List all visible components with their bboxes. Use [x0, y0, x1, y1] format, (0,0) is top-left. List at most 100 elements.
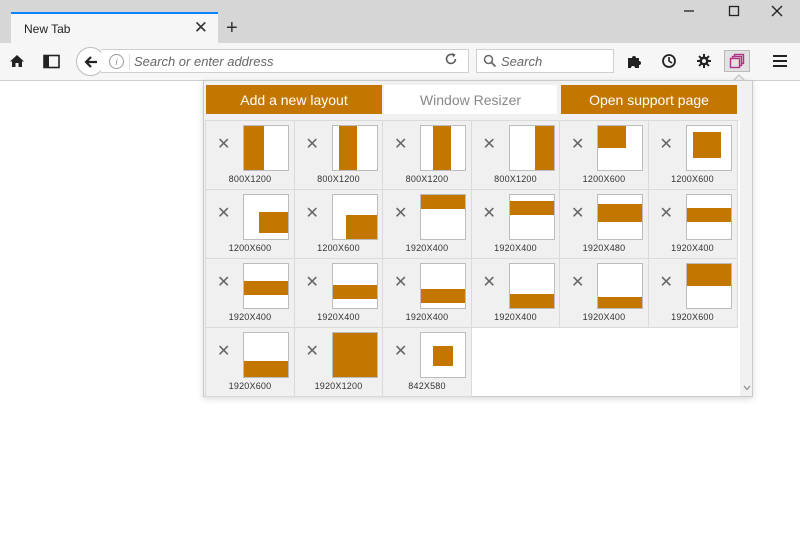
layout-item[interactable]: ✕ 1920X400 [382, 258, 472, 328]
popup-title: Window Resizer [384, 85, 557, 114]
layout-item[interactable]: ✕ 1200X600 [647, 120, 738, 190]
open-support-button[interactable]: Open support page [561, 85, 737, 114]
layout-label: 1920X400 [405, 312, 449, 322]
delete-layout-icon[interactable]: ✕ [394, 275, 407, 291]
layout-label: 1920X600 [671, 312, 714, 322]
close-window-icon[interactable] [771, 4, 783, 20]
delete-layout-icon[interactable]: ✕ [483, 137, 496, 153]
maximize-icon[interactable] [728, 4, 740, 20]
delete-layout-icon[interactable]: ✕ [394, 344, 407, 360]
delete-layout-icon[interactable]: ✕ [394, 137, 407, 153]
delete-layout-icon[interactable]: ✕ [217, 344, 230, 360]
delete-layout-icon[interactable]: ✕ [394, 206, 407, 222]
layout-label: 1920X1200 [314, 381, 363, 391]
layout-item[interactable]: ✕ 1920X400 [647, 189, 738, 259]
layout-preview-fill [421, 195, 465, 209]
layout-thumbnail [508, 263, 555, 309]
window-resizer-extension-button[interactable] [724, 50, 750, 72]
delete-layout-icon[interactable]: ✕ [306, 275, 319, 291]
sidebar-icon[interactable] [41, 51, 61, 71]
history-icon[interactable] [659, 51, 679, 71]
delete-layout-icon[interactable]: ✕ [483, 206, 496, 222]
layout-item[interactable]: ✕ 1920X600 [647, 258, 738, 328]
layout-item[interactable]: ✕ 800X1200 [293, 120, 384, 190]
tab-new-tab[interactable]: New Tab ✕ [11, 12, 218, 43]
layout-thumbnail [331, 332, 378, 378]
delete-layout-icon[interactable]: ✕ [660, 206, 673, 222]
layout-item[interactable]: ✕ 800X1200 [470, 120, 561, 190]
delete-layout-icon[interactable]: ✕ [306, 137, 319, 153]
tab-close-icon[interactable]: ✕ [194, 18, 208, 38]
layout-label: 800X1200 [405, 174, 449, 184]
delete-layout-icon[interactable]: ✕ [306, 344, 319, 360]
url-separator [129, 54, 130, 70]
layout-thumbnail [420, 332, 466, 378]
add-layout-button[interactable]: Add a new layout [206, 85, 382, 114]
layout-preview-fill [332, 285, 377, 299]
layout-thumbnail [597, 194, 643, 240]
layout-thumbnail [597, 125, 643, 171]
layout-item[interactable]: ✕ 1920X400 [559, 258, 649, 328]
layout-label: 1920X400 [228, 312, 272, 322]
delete-layout-icon[interactable]: ✕ [217, 275, 230, 291]
layout-item[interactable]: ✕ 1200X600 [293, 189, 384, 259]
search-input[interactable] [501, 52, 609, 70]
layout-item[interactable]: ✕ 800X1200 [382, 120, 472, 190]
layout-item[interactable]: ✕ 800X1200 [205, 120, 295, 190]
back-arrow-icon [83, 55, 97, 68]
navigation-toolbar: i [0, 43, 800, 81]
layout-preview-fill [686, 208, 731, 222]
new-tab-button[interactable]: + [226, 17, 238, 39]
scroll-down-icon[interactable] [743, 383, 751, 394]
layout-item[interactable]: ✕ 1920X400 [205, 258, 295, 328]
layout-item[interactable]: ✕ 842X580 [382, 327, 472, 397]
home-icon[interactable] [7, 51, 27, 71]
url-input[interactable] [134, 52, 434, 70]
url-bar[interactable]: i [101, 49, 469, 73]
menu-icon[interactable] [770, 51, 790, 71]
layout-item[interactable]: ✕ 1920X400 [470, 189, 561, 259]
layout-item[interactable]: ✕ 1920X400 [470, 258, 561, 328]
search-icon [483, 54, 497, 68]
delete-layout-icon[interactable]: ✕ [306, 206, 319, 222]
layout-label: 800X1200 [228, 174, 272, 184]
layout-item[interactable]: ✕ 1920X1200 [293, 327, 384, 397]
layout-preview-fill [692, 132, 721, 158]
delete-layout-icon[interactable]: ✕ [217, 206, 230, 222]
layout-label: 800X1200 [317, 174, 360, 184]
layout-item[interactable]: ✕ 1920X480 [559, 189, 649, 259]
delete-layout-icon[interactable]: ✕ [660, 275, 673, 291]
gear-icon[interactable] [694, 51, 714, 71]
layout-label: 1200X600 [582, 174, 626, 184]
layout-label: 1200X600 [671, 174, 714, 184]
layout-preview-fill [598, 297, 642, 308]
layout-item[interactable]: ✕ 1200X600 [559, 120, 649, 190]
layout-preview-fill [332, 333, 377, 377]
scrollbar[interactable] [742, 121, 752, 396]
delete-layout-icon[interactable]: ✕ [571, 275, 584, 291]
layout-item[interactable]: ✕ 1920X400 [382, 189, 472, 259]
layout-preview-fill [244, 361, 288, 377]
layout-preview-fill [598, 204, 642, 222]
delete-layout-icon[interactable]: ✕ [571, 137, 584, 153]
layout-label: 1920X400 [405, 243, 449, 253]
layout-preview-fill [433, 346, 453, 366]
delete-layout-icon[interactable]: ✕ [571, 206, 584, 222]
search-bar[interactable] [476, 49, 614, 73]
delete-layout-icon[interactable]: ✕ [483, 275, 496, 291]
minimize-icon[interactable] [683, 4, 695, 20]
delete-layout-icon[interactable]: ✕ [217, 137, 230, 153]
layout-label: 1920X400 [494, 312, 537, 322]
delete-layout-icon[interactable]: ✕ [660, 137, 673, 153]
puzzle-icon[interactable] [624, 51, 644, 71]
info-icon[interactable]: i [109, 54, 124, 69]
layout-item[interactable]: ✕ 1920X400 [293, 258, 384, 328]
layout-item[interactable]: ✕ 1920X600 [205, 327, 295, 397]
layout-preview-fill [345, 215, 377, 239]
layout-preview-fill [686, 264, 731, 286]
layout-preview-fill [259, 212, 288, 233]
layout-thumbnail [508, 194, 555, 240]
layout-item[interactable]: ✕ 1200X600 [205, 189, 295, 259]
reload-icon[interactable] [444, 52, 458, 69]
tab-title: New Tab [24, 22, 71, 36]
